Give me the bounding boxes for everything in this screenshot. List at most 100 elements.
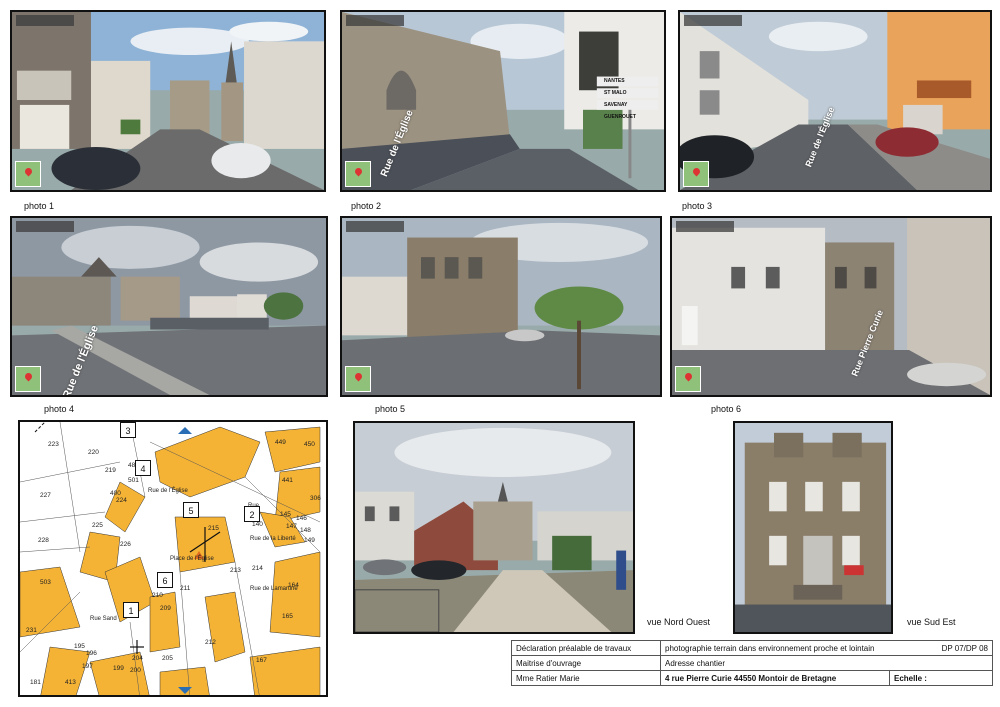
reference-code: DP 07/DP 08 [941,643,988,653]
subtitle-text: photographie terrain dans environnement … [665,643,875,653]
title-cell: Déclaration préalable de travaux [511,640,661,656]
parcel-number: 200 [130,667,141,674]
parcel-number: 181 [30,679,41,686]
parcel-number: 211 [180,585,191,592]
photo-5-image [342,218,660,395]
parcel-number: 501 [128,477,139,484]
parcel-number: 197 [82,663,93,670]
address-label: Adresse chantier [660,655,993,671]
photo-4: Rue de l'Église [10,216,328,397]
owner-name: Mme Ratier Marie [511,670,661,686]
street-label: Rue de l'Église [148,487,188,494]
photo-6: Rue Pierre Curie [670,216,992,397]
parcel-number: 231 [26,627,37,634]
scale-label: Echelle : [889,670,993,686]
parcel-number: 226 [120,541,131,548]
parcel-number: 224 [116,497,127,504]
parcel-number: 503 [40,579,51,586]
parcel-number: 148 [300,527,311,534]
photo-6-image [672,218,990,395]
street-label: Rue de Lamartine [250,586,298,592]
view-south-east-label: vue Sud Est [907,617,956,627]
streetview-header [346,221,404,232]
parcel-number: 306 [310,495,321,502]
parcel-number: 146 [296,515,307,522]
parcel-number: 227 [40,492,51,499]
parcel-number: 441 [282,477,293,484]
photo-marker-6: 6 [157,572,173,588]
parcel-number: 147 [286,523,297,530]
site-address: 4 rue Pierre Curie 44550 Montoir de Bret… [660,670,890,686]
parcel-number: 195 [74,643,85,650]
photo-2-label: photo 2 [351,201,382,211]
cadastral-map: 223 220 219 227 228 225 224 226 400 501 … [18,420,328,697]
street-label: Place de l'Église [170,555,215,562]
parcel-number: 145 [280,511,291,518]
parcel-number: 165 [282,613,293,620]
cadastral-map-drawing: 223 220 219 227 228 225 224 226 400 501 … [20,422,321,695]
view-north-west [353,421,635,634]
parcel-number: 204 [132,655,143,662]
photo-3: Rue de l'Église [678,10,992,192]
sign-line: NANTES [604,78,625,84]
photo-1-label: photo 1 [24,201,55,211]
streetview-header [16,221,74,232]
view-north-west-label: vue Nord Ouest [647,617,711,627]
streetview-header [684,15,742,26]
sign-line: GUENROUET [604,114,636,120]
street-label: Rue de la Liberté [250,536,296,542]
photo-marker-5: 5 [183,502,199,518]
parcel-number: 413 [65,679,76,686]
photo-6-label: photo 6 [711,404,742,414]
title-block: Déclaration préalable de travaux photogr… [511,640,993,686]
direction-sign: NANTES ST MALO SAVENAY GUENROUET [604,75,636,123]
view-south-east-image [735,423,891,632]
parcel-number: 199 [113,665,124,672]
subtitle-cell: photographie terrain dans environnement … [660,640,993,656]
parcel-number: 223 [48,441,59,448]
sign-line: ST MALO [604,90,627,96]
parcel-number: 220 [88,449,99,456]
map-thumbnail-icon[interactable] [15,161,41,187]
sign-line: SAVENAY [604,102,628,108]
parcel-number: 196 [86,650,97,657]
photo-3-image [680,12,990,190]
photo-3-label: photo 3 [682,201,713,211]
view-south-east [733,421,893,634]
parcel-number: 214 [252,565,263,572]
map-thumbnail-icon[interactable] [683,161,709,187]
parcel-number: 228 [38,537,49,544]
parcel-number: 219 [105,467,116,474]
photo-marker-4: 4 [135,460,151,476]
parcel-number: 210 [152,592,163,599]
photo-4-image [12,218,326,395]
parcel-number: 149 [304,537,315,544]
photo-marker-3: 3 [120,422,136,438]
map-thumbnail-icon[interactable] [345,366,371,392]
map-thumbnail-icon[interactable] [675,366,701,392]
streetview-header [346,15,404,26]
map-thumbnail-icon[interactable] [345,161,371,187]
photo-5-label: photo 5 [375,404,406,414]
streetview-header [676,221,734,232]
owner-label: Maitrise d'ouvrage [511,655,661,671]
photo-1 [10,10,326,192]
parcel-number: 215 [208,525,219,532]
photo-4-label: photo 4 [44,404,75,414]
parcel-number: 449 [275,439,286,446]
parcel-number: 209 [160,605,171,612]
parcel-number: 167 [256,657,267,664]
parcel-number: 213 [230,567,241,574]
parcel-number: 450 [304,441,315,448]
photo-1-image [12,12,324,190]
parcel-number: 400 [110,490,121,497]
parcel-number: 212 [205,639,216,646]
map-thumbnail-icon[interactable] [15,366,41,392]
view-north-west-image [355,423,633,632]
parcel-number: 205 [162,655,173,662]
street-label: Rue Sand [90,616,117,622]
photo-marker-1: 1 [123,602,139,618]
streetview-header [16,15,74,26]
photo-5 [340,216,662,397]
parcel-number: 225 [92,522,103,529]
